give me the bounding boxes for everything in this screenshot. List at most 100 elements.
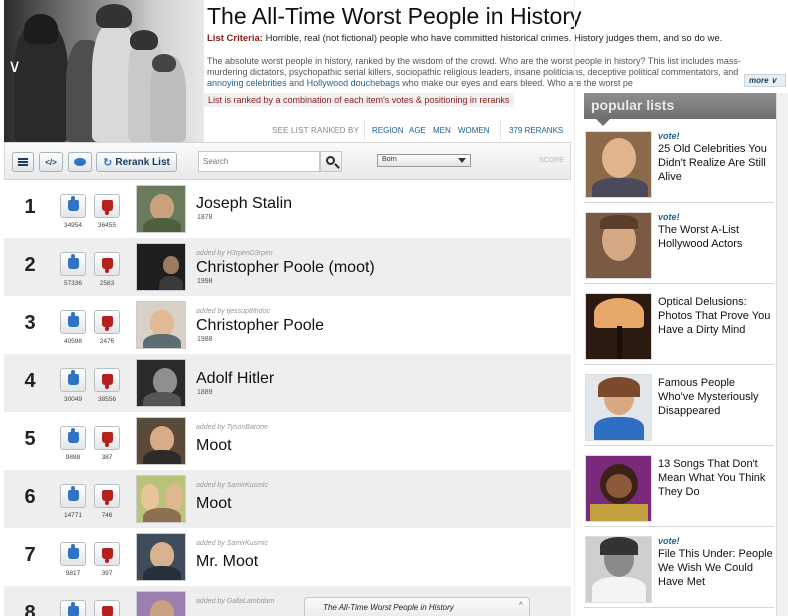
vote-down-button[interactable]: [94, 194, 120, 218]
popular-list-item[interactable]: Optical Delusions: Photos That Prove You…: [584, 291, 774, 365]
person-name[interactable]: Joseph Stalin: [196, 195, 292, 213]
thumbs-up-icon: [68, 254, 79, 269]
search-button[interactable]: [320, 151, 342, 172]
person-photo[interactable]: [136, 359, 186, 407]
criteria-label: List Criteria:: [207, 33, 263, 44]
tab-women[interactable]: WOMEN: [458, 126, 490, 135]
vote-up-button[interactable]: [60, 368, 86, 392]
person-name[interactable]: Mr. Moot: [196, 553, 258, 571]
popular-list-item[interactable]: 13 Songs That Don't Mean What You Think …: [584, 453, 774, 527]
chevron-up-icon[interactable]: ˄: [519, 601, 523, 608]
list-toolbar: </> ↻ Rerank List Born SCORE: [4, 142, 571, 180]
thumbs-up-icon: [68, 196, 79, 211]
hollywood-douchebags-link[interactable]: Hollywood douchebags: [307, 78, 400, 88]
thumbs-up-icon: [68, 312, 79, 327]
list-thumbnail[interactable]: [585, 536, 652, 603]
vote-down-button[interactable]: [94, 368, 120, 392]
list-item: 6 14771 746 added by SamirKusmic Moot: [4, 470, 571, 528]
down-vote-count: 746: [101, 512, 113, 519]
person-name[interactable]: Moot: [196, 495, 232, 513]
embed-button[interactable]: </>: [39, 152, 63, 172]
vote-down-button[interactable]: [94, 426, 120, 450]
comment-button[interactable]: [68, 152, 92, 172]
person-photo[interactable]: [136, 475, 186, 523]
down-vote-count: 38556: [97, 396, 117, 403]
list-item: 1 34954 36455 Joseph Stalin 1878: [4, 180, 571, 238]
vote-down-button[interactable]: [94, 542, 120, 566]
person-name[interactable]: Adolf Hitler: [196, 370, 274, 388]
popular-list-title[interactable]: Famous People Who've Mysteriously Disapp…: [658, 376, 774, 418]
vote-up-button[interactable]: [60, 484, 86, 508]
vote-up-button[interactable]: [60, 194, 86, 218]
list-thumbnail[interactable]: [585, 131, 652, 198]
dropdown-arrow-icon: [458, 158, 466, 163]
popular-list-title[interactable]: File This Under: People We Wish We Could…: [658, 547, 774, 589]
thumbs-up-icon: [68, 486, 79, 501]
vote-up-button[interactable]: [60, 600, 86, 616]
thumbs-down-icon: [102, 606, 113, 616]
vote-up-button[interactable]: [60, 252, 86, 276]
vote-up-button[interactable]: [60, 542, 86, 566]
person-photo[interactable]: [136, 243, 186, 291]
thumbs-up-icon: [68, 602, 79, 616]
popular-list-item[interactable]: Famous People Who've Mysteriously Disapp…: [584, 372, 774, 446]
rerank-list-button[interactable]: ↻ Rerank List: [96, 152, 177, 172]
added-by: added by tjessup8thdoc: [196, 308, 270, 315]
rank-number: 1: [24, 196, 36, 218]
person-photo[interactable]: [136, 533, 186, 581]
list-thumbnail[interactable]: [585, 455, 652, 522]
rank-number: 7: [24, 544, 36, 566]
up-vote-count: 34954: [63, 222, 83, 229]
rank-number: 6: [24, 486, 36, 508]
tab-men[interactable]: MEN: [433, 126, 451, 135]
vote-badge[interactable]: vote!: [658, 536, 680, 546]
criteria-text: Horrible, real (not fictional) people wh…: [265, 33, 723, 44]
sort-select[interactable]: Born: [377, 154, 471, 167]
popular-list-title[interactable]: 25 Old Celebrities You Didn't Realize Ar…: [658, 142, 774, 184]
sticky-footer-tab[interactable]: The All-Time Worst People in History ˄: [304, 597, 530, 616]
popular-list-title[interactable]: Optical Delusions: Photos That Prove You…: [658, 295, 774, 337]
search-input[interactable]: [198, 151, 320, 172]
person-photo[interactable]: [136, 417, 186, 465]
vote-up-button[interactable]: [60, 426, 86, 450]
list-thumbnail[interactable]: [585, 374, 652, 441]
menu-button[interactable]: [12, 152, 34, 172]
vote-down-button[interactable]: [94, 252, 120, 276]
vote-down-button[interactable]: [94, 484, 120, 508]
person-photo[interactable]: [136, 591, 186, 616]
annoying-celebrities-link[interactable]: annoying celebrities: [207, 78, 287, 88]
person-photo[interactable]: [136, 185, 186, 233]
person-name[interactable]: Christopher Poole: [196, 317, 324, 335]
added-by: added by SamirKusmic: [196, 482, 268, 489]
rank-number: 5: [24, 428, 36, 450]
person-photo[interactable]: [136, 301, 186, 349]
person-name[interactable]: Moot: [196, 437, 232, 455]
tab-reranks[interactable]: 379 RERANKS: [500, 120, 563, 140]
vote-up-button[interactable]: [60, 310, 86, 334]
ranked-by-bar: SEE LIST RANKED BY REGION AGE MEN WOMEN …: [204, 120, 570, 140]
popular-list-item[interactable]: vote! 25 Old Celebrities You Didn't Real…: [584, 129, 774, 203]
thumbs-down-icon: [102, 374, 113, 389]
vote-down-button[interactable]: [94, 310, 120, 334]
popular-list-item[interactable]: vote! File This Under: People We Wish We…: [584, 534, 774, 608]
list-thumbnail[interactable]: [585, 293, 652, 360]
popular-list-item[interactable]: vote! The Worst A-List Hollywood Actors: [584, 210, 774, 284]
up-vote-count: 9888: [65, 454, 81, 461]
tab-age[interactable]: AGE: [409, 126, 426, 135]
chevron-down-icon[interactable]: ∨: [8, 56, 21, 77]
vote-badge[interactable]: vote!: [658, 212, 680, 222]
ranked-list: 1 34954 36455 Joseph Stalin 1878 2 57336…: [4, 180, 571, 616]
popular-list-title[interactable]: 13 Songs That Don't Mean What You Think …: [658, 457, 774, 499]
rank-number: 3: [24, 312, 36, 334]
vote-down-button[interactable]: [94, 600, 120, 616]
popular-list-title[interactable]: The Worst A-List Hollywood Actors: [658, 223, 774, 251]
down-vote-count: 397: [101, 570, 113, 577]
sort-select-value: Born: [382, 156, 397, 163]
person-name[interactable]: Christopher Poole (moot): [196, 259, 375, 277]
down-vote-count: 387: [101, 454, 113, 461]
list-thumbnail[interactable]: [585, 212, 652, 279]
sidebar-scrollbar[interactable]: [776, 93, 788, 616]
more-button[interactable]: more ∨: [744, 74, 786, 87]
vote-badge[interactable]: vote!: [658, 131, 680, 141]
tab-region[interactable]: REGION: [364, 120, 404, 140]
